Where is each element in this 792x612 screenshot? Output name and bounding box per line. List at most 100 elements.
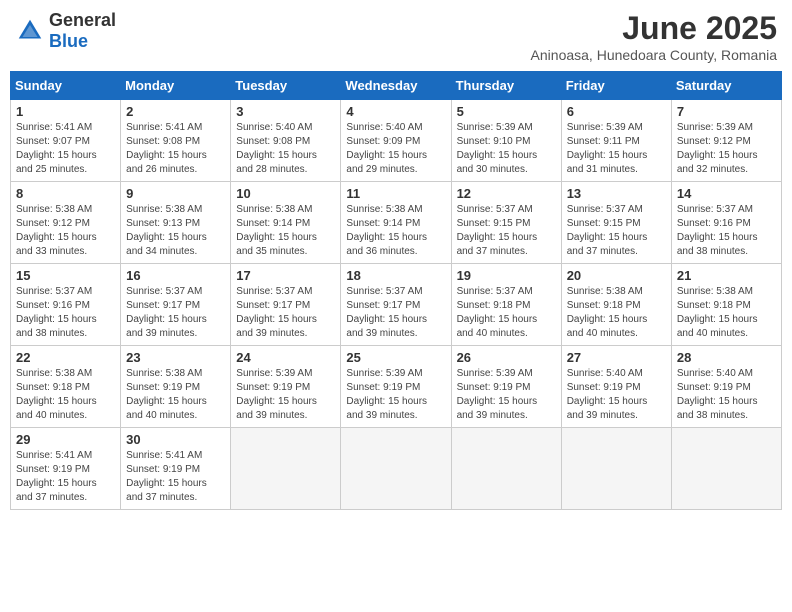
cell-info: Sunrise: 5:37 AMSunset: 9:18 PMDaylight:… (457, 285, 556, 341)
cell-day-number: 27 (567, 350, 666, 365)
cell-sunrise: Sunrise: 5:37 AM (346, 285, 445, 299)
cell-sunrise: Sunrise: 5:38 AM (567, 285, 666, 299)
calendar-row: 29Sunrise: 5:41 AMSunset: 9:19 PMDayligh… (11, 428, 782, 510)
cell-info: Sunrise: 5:40 AMSunset: 9:09 PMDaylight:… (346, 121, 445, 177)
table-row: 3 Sunrise: 5:40 AMSunset: 9:08 PMDaylight… (231, 100, 341, 182)
cell-sunrise: Sunrise: 5:39 AM (677, 121, 776, 135)
cell-day-number: 25 (346, 350, 445, 365)
cell-day-number: 19 (457, 268, 556, 283)
cell-sunrise: Sunrise: 5:40 AM (236, 121, 335, 135)
table-row (561, 428, 671, 510)
cell-sunset: Sunset: 9:14 PM (346, 217, 445, 231)
table-row: 5Sunrise: 5:39 AMSunset: 9:10 PMDaylight… (451, 100, 561, 182)
table-row: 21Sunrise: 5:38 AMSunset: 9:18 PMDayligh… (671, 264, 781, 346)
cell-daylight: Daylight: 15 hours and 40 minutes. (677, 313, 776, 341)
cell-info: Sunrise: 5:41 AMSunset: 9:08 PMDaylight:… (126, 121, 225, 177)
cell-sunset: Sunset: 9:09 PM (346, 135, 445, 149)
cell-sunrise: Sunrise: 5:37 AM (126, 285, 225, 299)
cell-sunrise: Sunrise: 5:37 AM (457, 285, 556, 299)
cell-sunrise: Sunrise: 5:41 AM (126, 121, 225, 135)
cell-day-number: 2 (126, 104, 225, 119)
calendar-header-row: Sunday Monday Tuesday Wednesday Thursday… (11, 72, 782, 100)
cell-day-number: 9 (126, 186, 225, 201)
cell-day-number: 22 (16, 350, 115, 365)
cell-daylight: Daylight: 15 hours and 30 minutes. (457, 149, 556, 177)
cell-day-number: 3 (236, 104, 335, 119)
cell-day-number: 16 (126, 268, 225, 283)
cell-daylight: Daylight: 15 hours and 40 minutes. (567, 313, 666, 341)
cell-info: Sunrise: 5:37 AMSunset: 9:15 PMDaylight:… (457, 203, 556, 259)
table-row: 27 Sunrise: 5:40 AMSunset: 9:19 PMDayligh… (561, 346, 671, 428)
cell-info: Sunrise: 5:37 AMSunset: 9:17 PMDaylight:… (236, 285, 335, 341)
cell-day-number: 1 (16, 104, 115, 119)
cell-sunset: Sunset: 9:19 PM (236, 381, 335, 395)
cell-info: Sunrise: 5:37 AMSunset: 9:16 PMDaylight:… (677, 203, 776, 259)
cell-info: Sunrise: 5:39 AMSunset: 9:19 PMDaylight:… (236, 367, 335, 423)
table-row: 29Sunrise: 5:41 AMSunset: 9:19 PMDayligh… (11, 428, 121, 510)
title-area: June 2025 Aninoasa, Hunedoara County, Ro… (531, 10, 777, 63)
col-wednesday: Wednesday (341, 72, 451, 100)
table-row: 28Sunrise: 5:40 AMSunset: 9:19 PMDayligh… (671, 346, 781, 428)
cell-sunset: Sunset: 9:19 PM (457, 381, 556, 395)
cell-day-number: 11 (346, 186, 445, 201)
cell-info: Sunrise: 5:38 AMSunset: 9:19 PMDaylight:… (126, 367, 225, 423)
cell-sunset: Sunset: 9:17 PM (236, 299, 335, 313)
cell-info: Sunrise: 5:39 AMSunset: 9:10 PMDaylight:… (457, 121, 556, 177)
table-row (671, 428, 781, 510)
cell-info: Sunrise: 5:39 AMSunset: 9:11 PMDaylight:… (567, 121, 666, 177)
cell-info: Sunrise: 5:37 AMSunset: 9:15 PMDaylight:… (567, 203, 666, 259)
cell-info: Sunrise: 5:39 AMSunset: 9:19 PMDaylight:… (457, 367, 556, 423)
table-row: 12Sunrise: 5:37 AMSunset: 9:15 PMDayligh… (451, 182, 561, 264)
cell-sunrise: Sunrise: 5:41 AM (16, 449, 115, 463)
cell-sunrise: Sunrise: 5:37 AM (236, 285, 335, 299)
col-monday: Monday (121, 72, 231, 100)
col-tuesday: Tuesday (231, 72, 341, 100)
cell-sunset: Sunset: 9:18 PM (16, 381, 115, 395)
calendar: Sunday Monday Tuesday Wednesday Thursday… (10, 71, 782, 510)
table-row: 16Sunrise: 5:37 AMSunset: 9:17 PMDayligh… (121, 264, 231, 346)
cell-day-number: 14 (677, 186, 776, 201)
calendar-row: 1Sunrise: 5:41 AMSunset: 9:07 PMDaylight… (11, 100, 782, 182)
cell-info: Sunrise: 5:38 AMSunset: 9:18 PMDaylight:… (567, 285, 666, 341)
cell-sunrise: Sunrise: 5:39 AM (457, 367, 556, 381)
cell-info: Sunrise: 5:39 AMSunset: 9:12 PMDaylight:… (677, 121, 776, 177)
cell-daylight: Daylight: 15 hours and 25 minutes. (16, 149, 115, 177)
cell-sunrise: Sunrise: 5:37 AM (457, 203, 556, 217)
cell-sunset: Sunset: 9:12 PM (16, 217, 115, 231)
cell-day-number: 13 (567, 186, 666, 201)
cell-info: Sunrise: 5:40 AMSunset: 9:19 PMDaylight:… (567, 367, 666, 423)
cell-daylight: Daylight: 15 hours and 39 minutes. (457, 395, 556, 423)
cell-day-number: 30 (126, 432, 225, 447)
cell-sunrise: Sunrise: 5:39 AM (236, 367, 335, 381)
calendar-row: 22 Sunrise: 5:38 AMSunset: 9:18 PMDayligh… (11, 346, 782, 428)
cell-day-number: 6 (567, 104, 666, 119)
cell-sunrise: Sunrise: 5:38 AM (346, 203, 445, 217)
cell-daylight: Daylight: 15 hours and 26 minutes. (126, 149, 225, 177)
cell-sunset: Sunset: 9:19 PM (126, 463, 225, 477)
cell-sunset: Sunset: 9:12 PM (677, 135, 776, 149)
cell-daylight: Daylight: 15 hours and 39 minutes. (236, 395, 335, 423)
table-row: 14 Sunrise: 5:37 AMSunset: 9:16 PMDayligh… (671, 182, 781, 264)
cell-sunset: Sunset: 9:19 PM (677, 381, 776, 395)
cell-day-number: 17 (236, 268, 335, 283)
cell-daylight: Daylight: 15 hours and 37 minutes. (567, 231, 666, 259)
cell-sunrise: Sunrise: 5:40 AM (677, 367, 776, 381)
cell-info: Sunrise: 5:38 AMSunset: 9:12 PMDaylight:… (16, 203, 115, 259)
table-row: 13 Sunrise: 5:37 AMSunset: 9:15 PMDayligh… (561, 182, 671, 264)
cell-sunset: Sunset: 9:19 PM (567, 381, 666, 395)
cell-day-number: 21 (677, 268, 776, 283)
cell-sunset: Sunset: 9:19 PM (16, 463, 115, 477)
cell-sunrise: Sunrise: 5:39 AM (346, 367, 445, 381)
table-row: 25Sunrise: 5:39 AMSunset: 9:19 PMDayligh… (341, 346, 451, 428)
cell-day-number: 15 (16, 268, 115, 283)
cell-daylight: Daylight: 15 hours and 29 minutes. (346, 149, 445, 177)
cell-sunrise: Sunrise: 5:37 AM (677, 203, 776, 217)
table-row: 11 Sunrise: 5:38 AMSunset: 9:14 PMDayligh… (341, 182, 451, 264)
cell-info: Sunrise: 5:37 AMSunset: 9:17 PMDaylight:… (346, 285, 445, 341)
cell-sunset: Sunset: 9:07 PM (16, 135, 115, 149)
cell-day-number: 23 (126, 350, 225, 365)
cell-info: Sunrise: 5:38 AMSunset: 9:18 PMDaylight:… (16, 367, 115, 423)
cell-daylight: Daylight: 15 hours and 36 minutes. (346, 231, 445, 259)
cell-info: Sunrise: 5:40 AMSunset: 9:08 PMDaylight:… (236, 121, 335, 177)
cell-daylight: Daylight: 15 hours and 28 minutes. (236, 149, 335, 177)
